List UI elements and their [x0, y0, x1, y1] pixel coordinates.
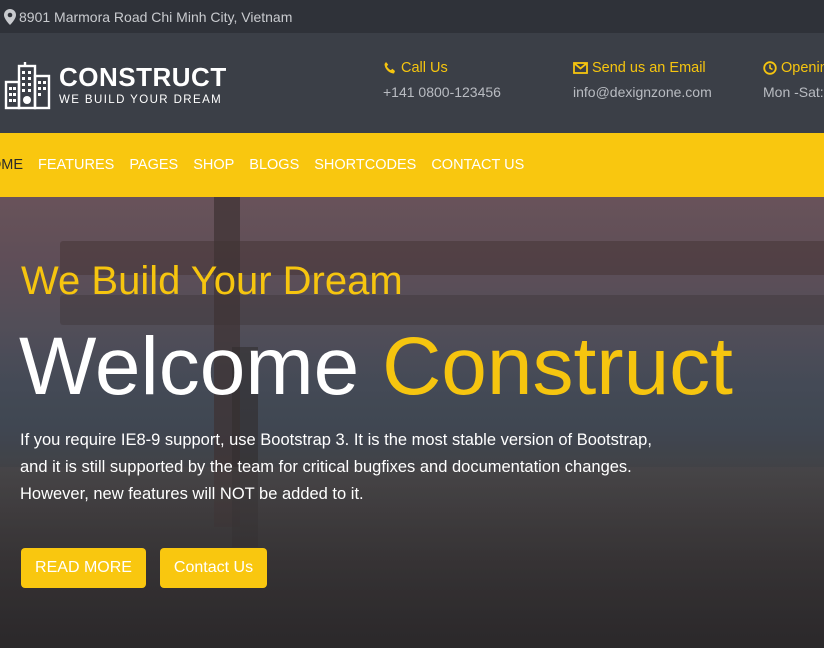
map-pin-icon	[4, 8, 16, 25]
nav-item-pages[interactable]: PAGES	[129, 157, 178, 173]
nav-item-contact-us[interactable]: CONTACT US	[431, 157, 524, 173]
hours-label: Openin	[781, 60, 824, 76]
main-nav: OME FEATURES PAGES SHOP BLOGS SHORTCODES…	[0, 133, 824, 197]
contact-us-button[interactable]: Contact Us	[160, 548, 267, 588]
top-bar: 8901 Marmora Road Chi Minh City, Vietnam	[0, 0, 824, 33]
phone-number[interactable]: +141 0800-123456	[383, 84, 501, 100]
nav-item-shop[interactable]: SHOP	[193, 157, 234, 173]
buildings-logo-icon	[4, 62, 51, 110]
site-header: CONSTRUCT WE BUILD YOUR DREAM Call Us +1…	[0, 33, 824, 133]
email-address[interactable]: info@dexignzone.com	[573, 84, 712, 100]
hero-banner: We Build Your Dream Welcome Construct If…	[0, 197, 824, 648]
brand-tagline: WE BUILD YOUR DREAM	[59, 94, 223, 106]
address-text: 8901 Marmora Road Chi Minh City, Vietnam	[19, 8, 293, 25]
phone-icon	[384, 62, 395, 74]
nav-item-blogs[interactable]: BLOGS	[249, 157, 299, 173]
contact-email: Send us an Email info@dexignzone.com	[573, 60, 712, 100]
hours-value: Mon -Sat:	[763, 84, 824, 100]
hero-description: If you require IE8-9 support, use Bootst…	[20, 431, 652, 503]
brand-name: CONSTRUCT	[59, 62, 227, 92]
hero-subtitle: We Build Your Dream	[21, 259, 403, 303]
nav-item-features[interactable]: FEATURES	[38, 157, 114, 173]
contact-hours: Openin Mon -Sat:	[763, 60, 824, 100]
hero-title-accent: Construct	[382, 321, 733, 412]
read-more-button[interactable]: READ MORE	[21, 548, 146, 588]
nav-item-shortcodes[interactable]: SHORTCODES	[314, 157, 416, 173]
envelope-icon	[573, 62, 588, 74]
contact-call: Call Us +141 0800-123456	[383, 60, 501, 100]
hero-title: Welcome Construct	[19, 321, 733, 413]
email-label: Send us an Email	[592, 60, 706, 76]
hero-title-main: Welcome	[19, 321, 360, 412]
clock-icon	[763, 61, 777, 75]
logo[interactable]: CONSTRUCT WE BUILD YOUR DREAM	[4, 60, 227, 110]
nav-item-home[interactable]: OME	[0, 157, 23, 173]
call-label: Call Us	[401, 60, 448, 76]
